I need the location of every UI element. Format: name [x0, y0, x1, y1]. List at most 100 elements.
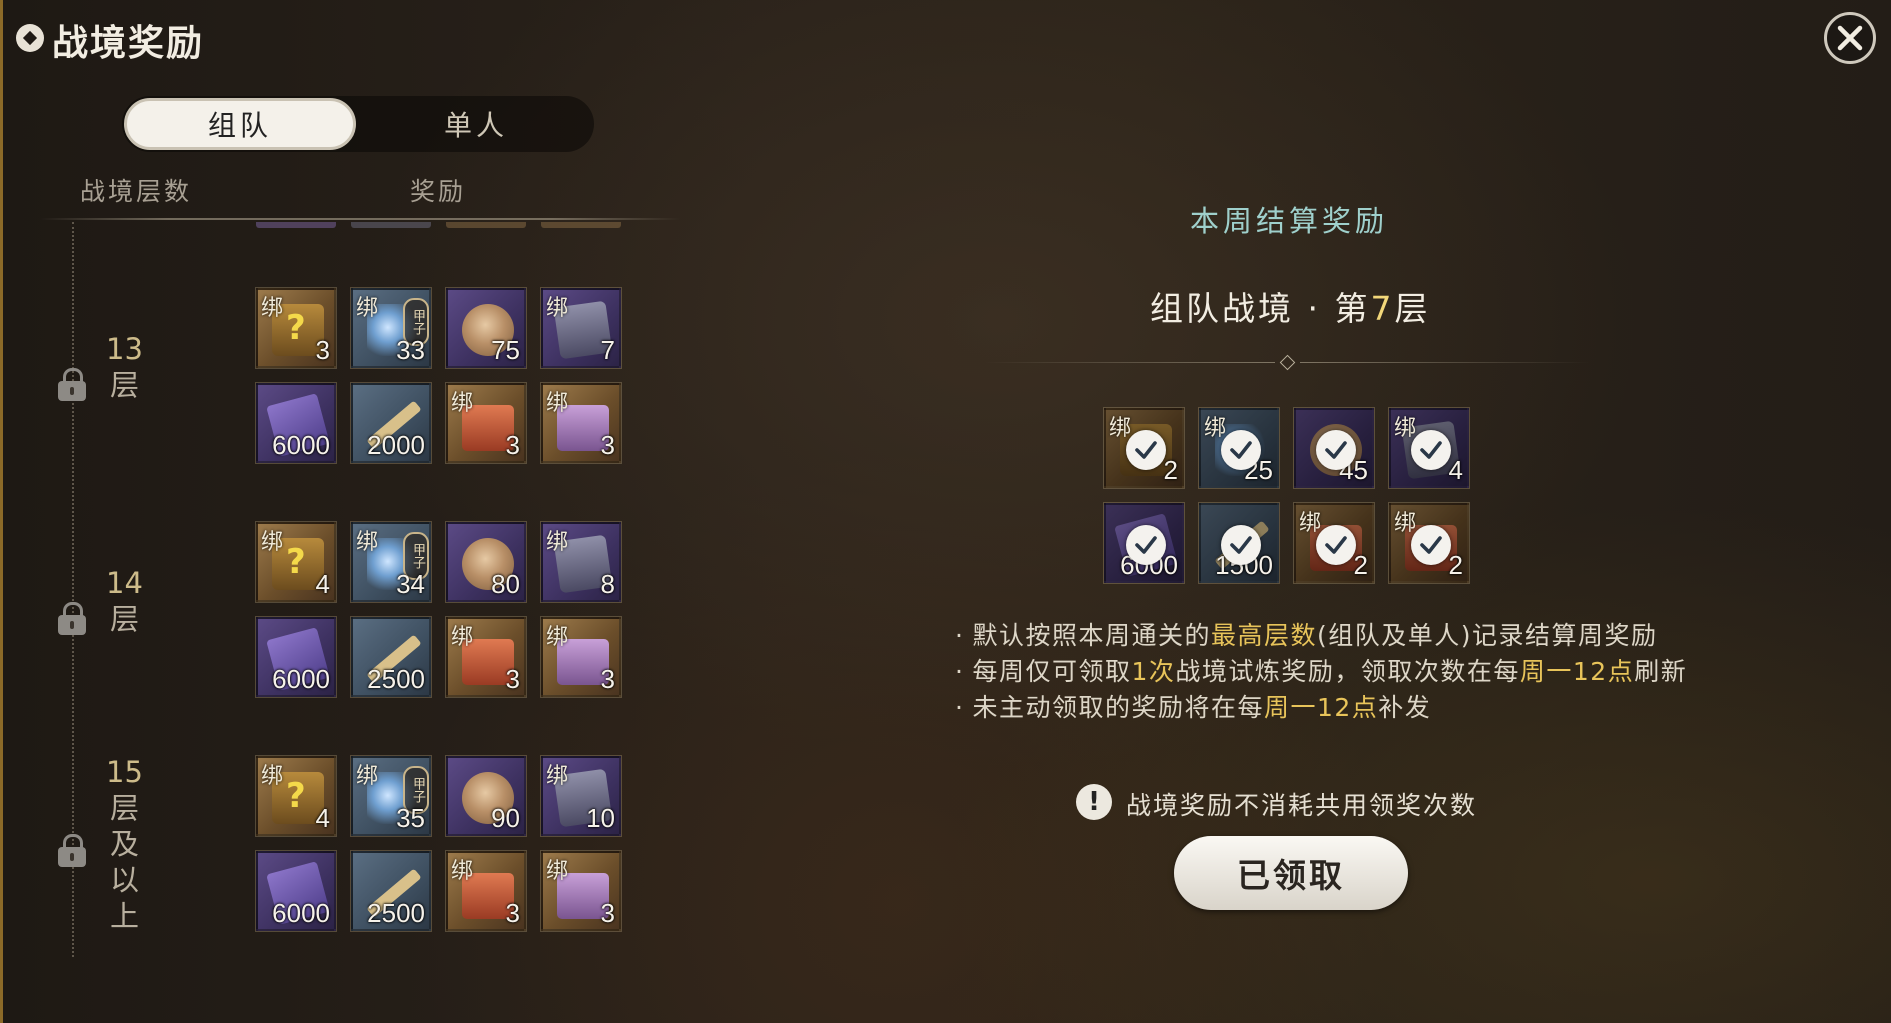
reward-item[interactable]: 45: [1293, 407, 1375, 489]
tier-suffix: 层: [1394, 289, 1431, 328]
exclamation-icon: !: [1076, 784, 1112, 820]
item-count: 4: [315, 803, 330, 833]
tier-number: 14: [106, 566, 143, 600]
checkmark-icon: [1221, 430, 1261, 470]
reward-item[interactable]: 绑7: [540, 287, 622, 369]
item-count: 4: [315, 569, 330, 599]
mode-tabs: 组队 单人: [122, 96, 594, 152]
tab-solo[interactable]: 单人: [360, 98, 592, 150]
column-header-reward: 奖励: [410, 177, 467, 206]
tier-label: 层: [110, 602, 140, 636]
lock-icon: [58, 834, 86, 868]
claimed-button[interactable]: 已领取: [1174, 836, 1408, 910]
reward-item[interactable]: 绑3: [445, 616, 527, 698]
page-title: 战境奖励: [52, 23, 205, 64]
item-count: 8: [600, 569, 615, 599]
note-line: 默认按照本周通关的最高层数(组队及单人)记录结算周奖励: [955, 618, 1687, 654]
reward-item[interactable]: 2000: [350, 382, 432, 464]
reward-item[interactable]: 绑3: [445, 382, 527, 464]
bound-tag: 绑: [546, 625, 569, 650]
item-count: 3: [505, 664, 520, 694]
reward-item[interactable]: 绑 25: [1198, 407, 1280, 489]
reward-item[interactable]: 绑3: [540, 382, 622, 464]
checkmark-icon: [1126, 430, 1166, 470]
reward-item[interactable]: 绑4: [1388, 407, 1470, 489]
bound-tag: 绑: [356, 764, 379, 789]
weekly-tier-title: 组队战境 · 第7层: [1150, 282, 1430, 330]
reward-item[interactable]: 甲子绑 35: [350, 755, 432, 837]
item-count: 2500: [367, 664, 425, 694]
reward-item[interactable]: 绑3: [540, 616, 622, 698]
column-header-tier: 战境层数: [80, 177, 193, 206]
item-count: 33: [396, 335, 425, 365]
note-line: 每周仅可领取1次战境试炼奖励，领取次数在每周一12点刷新: [955, 654, 1687, 690]
tier-label: 层: [110, 368, 140, 402]
reward-item[interactable]: 6000: [255, 382, 337, 464]
bound-tag: 绑: [1394, 416, 1417, 441]
reward-item[interactable]: 2500: [350, 616, 432, 698]
reward-item[interactable]: 绑4: [255, 521, 337, 603]
lock-icon: [58, 368, 86, 402]
item-count: 80: [491, 569, 520, 599]
item-count: 7: [600, 335, 615, 365]
reward-item[interactable]: 80: [445, 521, 527, 603]
reward-item[interactable]: 绑3: [255, 287, 337, 369]
item-count: 6000: [272, 664, 330, 694]
reward-item[interactable]: 6000: [255, 616, 337, 698]
reward-item[interactable]: 1500: [1198, 502, 1280, 584]
item-count: 3: [600, 664, 615, 694]
item-count: 2: [1353, 550, 1368, 580]
tier-number: 7: [1370, 289, 1395, 328]
tab-team[interactable]: 组队: [124, 98, 356, 150]
item-count: 3: [600, 430, 615, 460]
tier-reward-list[interactable]: 绑3甲子绑3375绑760002000绑3绑313层绑4甲子绑3480绑8600…: [0, 222, 700, 962]
lock-icon: [58, 602, 86, 636]
reward-item[interactable]: 甲子绑 34: [350, 521, 432, 603]
reward-item[interactable]: 75: [445, 287, 527, 369]
note-text: 刷新: [1634, 657, 1688, 686]
item-count: 34: [396, 569, 425, 599]
item-count: 3: [600, 898, 615, 928]
warning-text: 战境奖励不消耗共用领奖次数: [1126, 791, 1478, 820]
reward-item[interactable]: 绑2: [1103, 407, 1185, 489]
reward-item[interactable]: 绑2: [1388, 502, 1470, 584]
reward-item[interactable]: 绑4: [255, 755, 337, 837]
bound-tag: 绑: [261, 296, 284, 321]
partial-item: [256, 222, 336, 228]
item-count: 2: [1448, 550, 1463, 580]
item-count: 6000: [272, 430, 330, 460]
item-count: 75: [491, 335, 520, 365]
reward-item[interactable]: 绑2: [1293, 502, 1375, 584]
item-count: 3: [505, 898, 520, 928]
checkmark-icon: [1411, 430, 1451, 470]
bound-tag: 绑: [261, 764, 284, 789]
tier-number: 15: [106, 755, 143, 789]
close-button[interactable]: [1824, 12, 1876, 64]
note-text: 未主动领取的奖励将在每: [972, 693, 1264, 722]
partial-item: [446, 222, 526, 228]
reward-item[interactable]: 甲子绑 33: [350, 287, 432, 369]
reward-item[interactable]: 2500: [350, 850, 432, 932]
divider-left: [985, 362, 1275, 363]
reward-item[interactable]: 绑 10: [540, 755, 622, 837]
divider-diamond-icon: [1279, 354, 1296, 371]
bound-tag: 绑: [356, 296, 379, 321]
note-text: 补发: [1378, 693, 1432, 722]
bound-tag: 绑: [546, 859, 569, 884]
note-highlight: 周一12点: [1519, 657, 1635, 686]
reward-item[interactable]: 6000: [1103, 502, 1185, 584]
reward-item[interactable]: 绑3: [540, 850, 622, 932]
checkmark-icon: [1316, 430, 1356, 470]
reward-item[interactable]: 90: [445, 755, 527, 837]
note-highlight: 周一12点: [1263, 693, 1379, 722]
emblem-icon: [16, 24, 44, 52]
bound-tag: 绑: [1204, 416, 1227, 441]
reward-item[interactable]: 6000: [255, 850, 337, 932]
reward-item[interactable]: 绑8: [540, 521, 622, 603]
item-count: 2000: [367, 430, 425, 460]
reward-item[interactable]: 绑3: [445, 850, 527, 932]
note-text: 战境试炼奖励，领取次数在每: [1175, 657, 1520, 686]
item-count: 35: [396, 803, 425, 833]
item-count: 4: [1448, 455, 1463, 485]
bound-tag: 绑: [546, 530, 569, 555]
